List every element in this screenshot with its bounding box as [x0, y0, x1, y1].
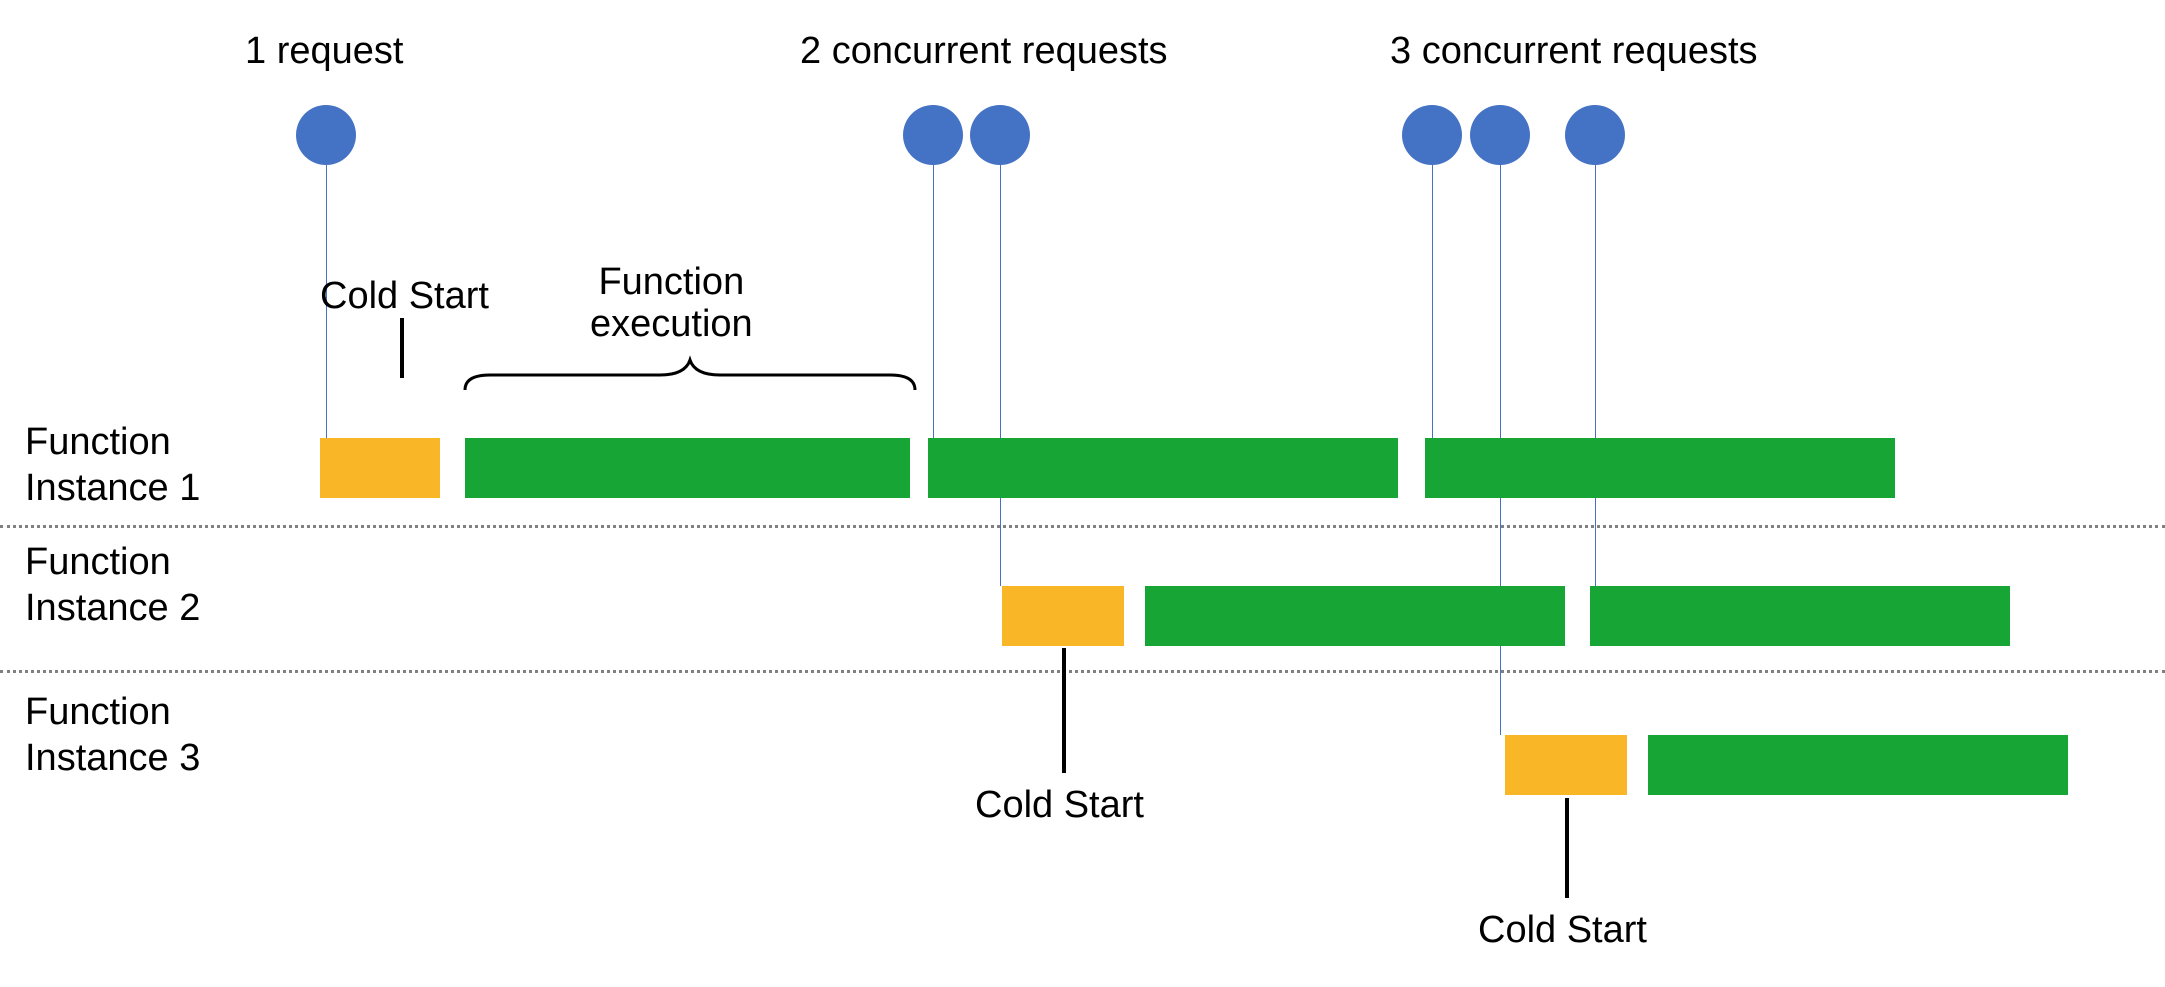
guide-line — [933, 165, 934, 438]
execution-bar — [1425, 438, 1895, 498]
row-label-line: Instance 2 — [25, 587, 200, 629]
row-label-line: Function — [25, 691, 171, 733]
execution-bar — [1590, 586, 2010, 646]
row-divider — [0, 670, 2165, 673]
cold-start-label-2: Cold Start — [975, 785, 1144, 827]
row-label-line: Function — [25, 541, 171, 583]
tick-line — [1062, 648, 1066, 773]
function-execution-label-line1: Function — [598, 261, 744, 303]
tick-line — [400, 318, 404, 378]
row-label-line: Function — [25, 421, 171, 463]
guide-line — [1595, 165, 1596, 586]
cold-start-label-3: Cold Start — [1478, 910, 1647, 952]
row-label-line: Instance 1 — [25, 467, 200, 509]
tick-line — [1565, 798, 1569, 898]
request-dot-icon — [970, 105, 1030, 165]
row-label-instance-3: Function Instance 3 — [25, 690, 200, 781]
function-execution-label-line2: execution — [590, 303, 753, 345]
execution-bar — [1145, 586, 1565, 646]
cold-start-bar — [1505, 735, 1627, 795]
request-dot-icon — [1470, 105, 1530, 165]
header-3-concurrent: 3 concurrent requests — [1390, 30, 1758, 73]
execution-bar — [465, 438, 910, 498]
diagram-canvas: 1 request 2 concurrent requests 3 concur… — [0, 0, 2165, 987]
row-label-instance-1: Function Instance 1 — [25, 420, 200, 511]
row-label-instance-2: Function Instance 2 — [25, 540, 200, 631]
header-2-concurrent: 2 concurrent requests — [800, 30, 1168, 73]
guide-line — [1432, 165, 1433, 438]
request-dot-icon — [1565, 105, 1625, 165]
request-dot-icon — [1402, 105, 1462, 165]
execution-bar — [1648, 735, 2068, 795]
row-label-line: Instance 3 — [25, 737, 200, 779]
request-dot-icon — [296, 105, 356, 165]
cold-start-bar — [1002, 586, 1124, 646]
curly-brace-icon — [460, 355, 920, 395]
request-dot-icon — [903, 105, 963, 165]
function-execution-label: Function execution — [590, 262, 753, 346]
cold-start-label-1: Cold Start — [320, 276, 489, 318]
row-divider — [0, 525, 2165, 528]
header-1-request: 1 request — [245, 30, 403, 73]
guide-line — [1000, 165, 1001, 586]
cold-start-bar — [320, 438, 440, 498]
execution-bar — [928, 438, 1398, 498]
